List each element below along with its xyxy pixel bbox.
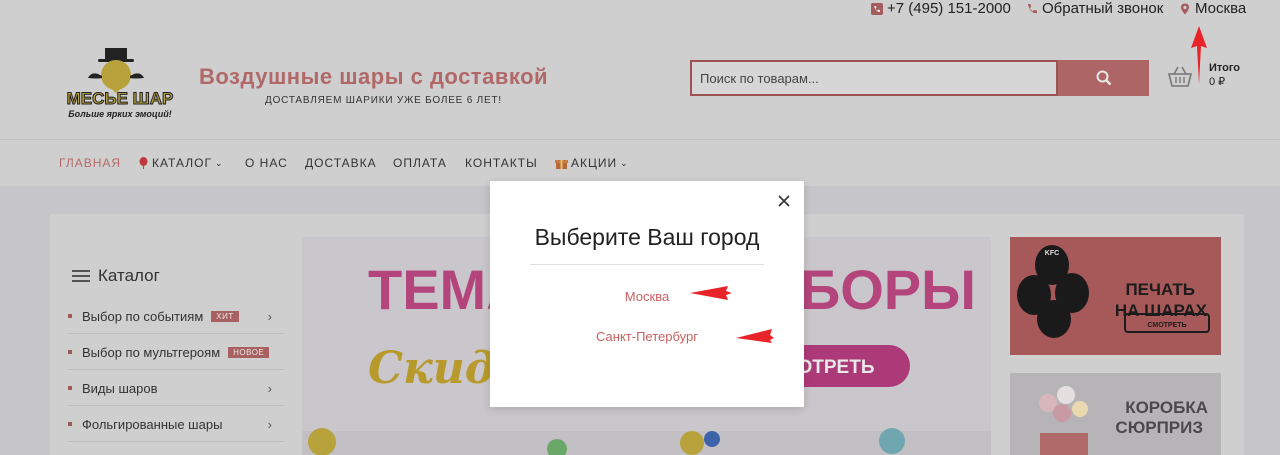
modal-title: Выберите Ваш город [534, 224, 760, 250]
nav-catalog[interactable]: КАТАЛОГ ⌄ [138, 156, 224, 170]
search-input[interactable] [692, 62, 1056, 94]
balloon-kfc-text: KFC [1045, 250, 1059, 257]
side-banner-print-line2: НА ШАРАХ [1115, 301, 1208, 320]
phone-number: +7 (495) 151-2000 [887, 0, 1011, 17]
phone-link[interactable]: +7 (495) 151-2000 [871, 0, 1011, 17]
logo-text: МЕСЬЕ ШАР [67, 89, 174, 108]
city-option-moscow[interactable]: Москва [490, 289, 804, 304]
nav-promotions[interactable]: АКЦИИ ⌄ [555, 156, 629, 170]
cart-label: Итого [1209, 62, 1241, 74]
callback-link[interactable]: Обратный звонок [1026, 0, 1163, 17]
side-banner-box-line1: КОРОБКА [1125, 398, 1208, 417]
nav-delivery-label: ДОСТАВКА [305, 156, 377, 170]
nav-catalog-label: КАТАЛОГ [152, 156, 212, 170]
divider [530, 264, 764, 265]
nav-home[interactable]: ГЛАВНАЯ [59, 156, 121, 170]
nav-contacts-label: КОНТАКТЫ [465, 156, 538, 170]
callback-label: Обратный звонок [1042, 0, 1164, 17]
site-header: МЕСЬЕ ШАР Больше ярких эмоций! Воздушные… [0, 20, 1280, 140]
side-banner-print-button-label: СМОТРЕТЬ [1147, 322, 1186, 329]
site-subtitle: ДОСТАВЛЯЕМ ШАРИКИ УЖЕ БОЛЕЕ 6 ЛЕТ! [265, 95, 502, 106]
search-button[interactable] [1058, 60, 1149, 96]
city-select-modal: Выберите Ваш город Москва Санкт-Петербур… [490, 181, 804, 407]
balloon-icon [139, 157, 148, 169]
cart[interactable]: Итого 0 ₽ [1168, 62, 1258, 92]
side-banner-print[interactable]: KFC ПЕЧАТЬ НА ШАРАХ СМОТРЕТЬ [1010, 237, 1221, 355]
bullet-icon [68, 350, 72, 354]
side-banner-print-image: KFC ПЕЧАТЬ НА ШАРАХ СМОТРЕТЬ [1017, 245, 1210, 338]
side-banner-box-line2: СЮРПРИЗ [1115, 418, 1203, 437]
nav-about[interactable]: О НАС [245, 156, 288, 170]
bullet-icon [68, 422, 72, 426]
nav-contacts[interactable]: КОНТАКТЫ [465, 156, 538, 170]
nav-about-label: О НАС [245, 156, 288, 170]
location-pin-icon [1181, 3, 1189, 14]
chevron-down-icon: ⌄ [620, 157, 629, 168]
catalog-item[interactable]: Виды шаров › [68, 371, 284, 406]
annotation-arrow-left [736, 329, 774, 343]
badge-new: НОВОЕ [228, 346, 270, 358]
catalog-heading: Каталог [72, 266, 160, 286]
catalog-title: Каталог [98, 266, 160, 285]
phone-icon [871, 2, 883, 15]
catalog-item[interactable]: Выбор по мультгероям НОВОЕ [68, 335, 284, 370]
catalog-item[interactable]: Выбор по событиям ХИТ › [68, 299, 284, 334]
nav-delivery[interactable]: ДОСТАВКА [305, 156, 377, 170]
side-banner-print-line1: ПЕЧАТЬ [1125, 280, 1195, 299]
side-banner-box-image: КОРОБКА СЮРПРИЗ [1039, 386, 1208, 455]
nav-promotions-label: АКЦИИ [571, 156, 618, 170]
catalog-item-label: Фольгированные шары [82, 416, 223, 432]
badge-hit: ХИТ [211, 310, 239, 322]
site-title: Воздушные шары с доставкой [199, 64, 549, 89]
menu-icon [72, 270, 90, 282]
catalog-item[interactable]: Фольгированные шары › [68, 407, 284, 442]
side-banner-box[interactable]: КОРОБКА СЮРПРИЗ [1010, 373, 1221, 455]
logo-tagline: Больше ярких эмоций! [68, 109, 171, 119]
bullet-icon [68, 314, 72, 318]
city-selector[interactable]: Москва [1179, 0, 1246, 17]
phone-handset-icon [1028, 3, 1037, 13]
search-icon [1096, 70, 1111, 86]
search-box [690, 60, 1058, 96]
chevron-down-icon: ⌄ [214, 157, 224, 168]
main-nav: ГЛАВНАЯ КАТАЛОГ ⌄ О НАС ДОСТАВКА ОПЛАТА … [0, 141, 1280, 186]
catalog-item-label: Выбор по мультгероям [82, 344, 221, 360]
banner-button-label: ОТРЕТЬ [798, 357, 875, 378]
gift-icon [555, 159, 568, 169]
nav-payment[interactable]: ОПЛАТА [393, 156, 447, 170]
current-city: Москва [1195, 0, 1247, 17]
chevron-right-icon: › [267, 381, 272, 396]
cart-total: 0 ₽ [1209, 76, 1226, 88]
bullet-icon [68, 386, 72, 390]
catalog-item-label: Виды шаров [82, 380, 158, 396]
chevron-right-icon: › [267, 417, 272, 432]
close-icon[interactable] [776, 193, 792, 209]
nav-home-label: ГЛАВНАЯ [59, 156, 122, 170]
top-bar: +7 (495) 151-2000 Обратный звонок Москва [0, 0, 1280, 20]
logo-image: МЕСЬЕ ШАР Больше ярких эмоций! [66, 48, 174, 119]
banner-headline-right: БОРЫ [800, 258, 976, 321]
catalog-item-label: Выбор по событиям [82, 308, 204, 324]
annotation-arrow-left [690, 286, 732, 300]
annotation-arrow-up [1191, 26, 1207, 84]
logo[interactable]: МЕСЬЕ ШАР Больше ярких эмоций! [52, 48, 188, 122]
nav-payment-label: ОПЛАТА [393, 156, 447, 170]
chevron-right-icon: › [267, 309, 272, 324]
